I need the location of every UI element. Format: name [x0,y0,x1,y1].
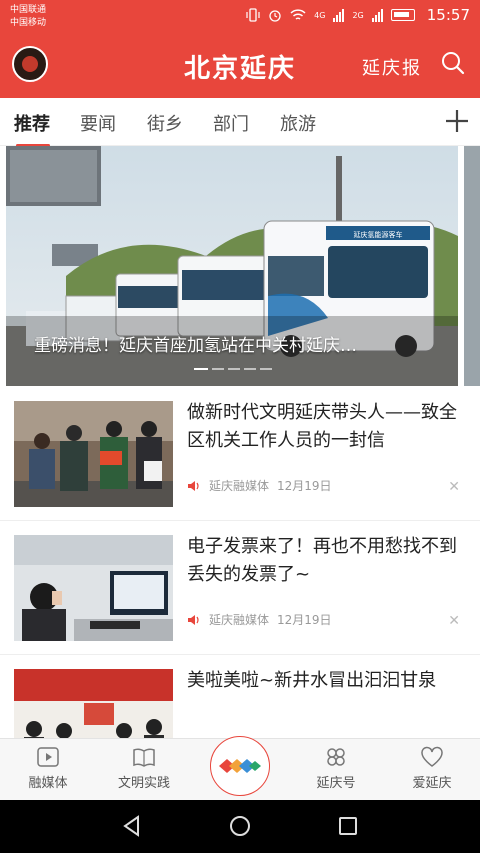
bus-sign: 延庆氢能源客车 [354,230,403,239]
news-item[interactable]: 电子发票来了！再也不用愁找不到丢失的发票了~ 延庆融媒体 12月19日 ✕ [0,521,480,655]
news-thumbnail [14,401,173,507]
banner-next-peek [464,146,480,386]
vibrate-icon [246,8,260,22]
tab-recommend[interactable]: 推荐 [14,110,50,136]
carousel-dot [194,368,208,370]
nav-love-yanqing[interactable]: 爱延庆 [392,745,472,791]
close-icon[interactable]: ✕ [448,479,460,495]
tab-travel[interactable]: 旅游 [280,110,316,136]
carousel-dot [244,368,256,370]
news-meta: 延庆融媒体 12月19日 [187,611,332,628]
back-icon[interactable] [120,814,144,838]
newspaper-link[interactable]: 延庆报 [362,54,422,80]
news-title: 美啦美啦~新井水冒出汩汩甘泉 [187,670,437,691]
status-icons: 4G 2G 15:57 [246,6,470,24]
recents-icon[interactable] [336,814,360,838]
news-date: 12月19日 [277,479,332,493]
tab-departments[interactable]: 部门 [213,110,249,136]
news-title: 电子发票来了！再也不用愁找不到丢失的发票了~ [187,536,457,585]
search-icon[interactable] [440,50,466,76]
news-source: 延庆融媒体 [209,613,270,627]
tab-news[interactable]: 要闻 [80,110,116,136]
status-time: 15:57 [426,6,470,24]
nav-label: 文明实践 [117,776,170,791]
news-meta: 延庆融媒体 12月19日 [187,477,332,494]
signal-1-icon [333,8,345,22]
system-nav-bar [0,800,480,853]
carousel-dot [212,368,224,370]
carrier-info: 中国联通 中国移动 [10,4,46,30]
home-icon[interactable] [228,814,252,838]
tab-streets[interactable]: 街乡 [147,110,183,136]
play-icon [37,747,59,767]
speaker-icon[interactable] [187,613,201,627]
news-thumbnail [14,535,173,641]
banner-caption[interactable]: 重磅消息！延庆首座加氢站在中关村延庆… [34,331,444,356]
signal-2-icon [371,8,383,22]
battery-icon [390,9,415,21]
channel-tabs: 推荐 要闻 街乡 部门 旅游 [0,98,480,146]
clover-icon [327,748,345,766]
speaker-icon[interactable] [187,479,201,493]
wifi-icon [290,9,306,20]
news-source: 延庆融媒体 [209,479,270,493]
carousel-indicator [194,368,272,370]
close-icon[interactable]: ✕ [448,613,460,629]
network-type-2: 2G [352,10,364,20]
news-date: 12月19日 [277,613,332,627]
carrier-2: 中国移动 [10,18,47,28]
center-logo-icon [219,759,261,773]
app-header: 北京延庆 延庆报 [0,36,480,98]
nav-civilization[interactable]: 文明实践 [104,745,184,791]
book-icon [133,748,155,767]
center-logo-button[interactable] [210,736,270,796]
status-bar: 中国联通 中国移动 4G 2G 15:57 [0,0,480,36]
add-channel-icon[interactable] [444,108,470,134]
nav-media[interactable]: 融媒体 [8,745,88,791]
carousel-dot [228,368,240,370]
carrier-1: 中国联通 [10,5,47,15]
news-title: 做新时代文明延庆带头人——致全区机关工作人员的一封信 [187,402,457,451]
nav-yanqing-account[interactable]: 延庆号 [296,745,376,791]
network-type-1: 4G [314,10,326,20]
news-item[interactable]: 做新时代文明延庆带头人——致全区机关工作人员的一封信 延庆融媒体 12月19日 … [0,387,480,521]
nav-label: 延庆号 [316,776,356,791]
heart-icon [421,746,443,767]
carousel-dot [260,368,272,370]
nav-label: 融媒体 [28,776,68,791]
alarm-icon [269,10,281,22]
nav-label: 爱延庆 [412,776,452,791]
